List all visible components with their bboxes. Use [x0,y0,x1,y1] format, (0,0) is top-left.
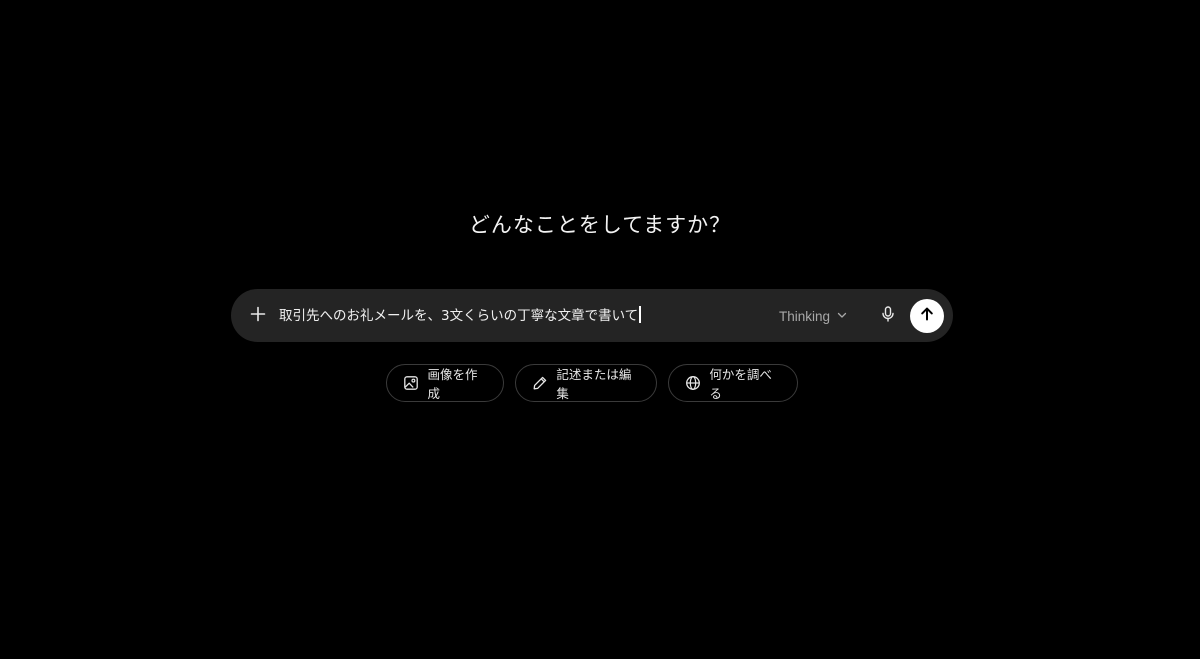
model-selector-label: Thinking [779,308,831,324]
pencil-icon [531,374,548,392]
model-selector[interactable]: Thinking [779,303,848,329]
suggestion-write-or-edit[interactable]: 記述または編集 [515,364,657,402]
microphone-icon [879,305,897,327]
suggestion-label: 画像を作成 [427,367,478,401]
globe-icon [684,374,701,392]
prompt-input-text: 取引先へのお礼メールを、3文くらいの丁寧な文章で書いて [279,308,639,324]
send-button[interactable] [910,299,944,333]
image-icon [402,374,419,392]
suggestion-create-image[interactable]: 画像を作成 [386,364,504,402]
chevron-down-icon [836,309,848,324]
suggestion-research[interactable]: 何かを調べる [668,364,798,402]
page: どんなことをしてますか？ 取引先へのお礼メールを、3文くらいの丁寧な文章で書いて… [0,0,1200,659]
suggestion-label: 何かを調べる [709,367,772,401]
prompt-input[interactable]: 取引先へのお礼メールを、3文くらいの丁寧な文章で書いて [279,303,779,329]
plus-icon [249,305,267,327]
add-attachment-button[interactable] [245,303,271,329]
text-caret [639,306,641,323]
voice-input-button[interactable] [876,303,900,329]
suggestion-label: 記述または編集 [556,367,632,401]
page-heading: どんなことをしてますか？ [468,213,732,237]
prompt-composer: 取引先へのお礼メールを、3文くらいの丁寧な文章で書いて Thinking [231,289,953,342]
suggestion-chips: 画像を作成 記述または編集 何かを調べる [0,364,1200,402]
arrow-up-icon [919,306,935,326]
